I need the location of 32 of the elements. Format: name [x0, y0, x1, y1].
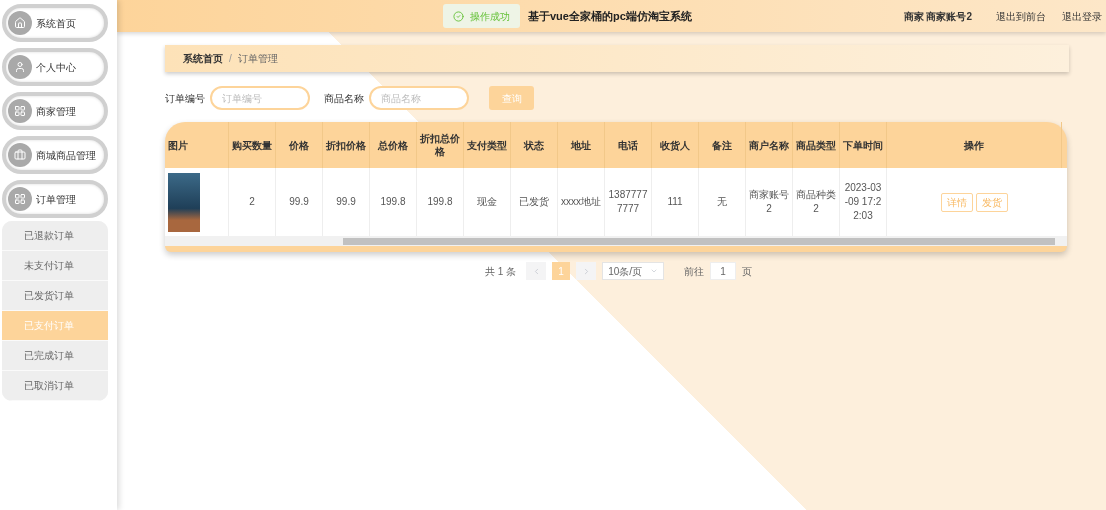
breadcrumb-link[interactable]: 系统首页	[183, 51, 223, 66]
home-icon	[14, 17, 26, 29]
sidebar-item[interactable]: 个人中心	[2, 48, 108, 86]
prev-page-button[interactable]	[526, 262, 547, 280]
grid-icon	[14, 105, 26, 117]
photo-placeholder	[168, 172, 200, 232]
sidebar-item[interactable]: 系统首页	[2, 4, 108, 42]
check-icon	[453, 10, 464, 22]
success-toast: 操作成功	[443, 4, 520, 28]
page-size-select[interactable]: 10条/页	[602, 262, 665, 280]
sidebar-item[interactable]: 商家管理	[2, 92, 108, 130]
app-title: 基于vue全家桶的pc端仿淘宝系统	[528, 8, 692, 24]
field-label: 商品名称	[324, 91, 364, 106]
header-link[interactable]: 退出登录	[1062, 8, 1102, 24]
header-link[interactable]: 退出到前台	[996, 8, 1046, 24]
total-count: 共 1 条	[485, 264, 517, 279]
breadcrumb-current: 订单管理	[237, 52, 278, 66]
breadcrumb-separator: /	[229, 52, 232, 66]
next-page-button[interactable]	[576, 262, 597, 280]
briefcase-icon	[14, 149, 26, 161]
sidebar-item[interactable]: 商城商品管理	[2, 136, 108, 174]
field-label: 订单编号	[165, 91, 205, 106]
user-icon	[14, 61, 26, 73]
page-input[interactable]: 1	[710, 262, 737, 280]
chevron-down-icon	[650, 267, 659, 275]
page-unit: 页	[742, 264, 753, 279]
user-name: 商家 商家账号2	[903, 9, 972, 24]
horizontal-scrollbar[interactable]	[165, 236, 1067, 246]
goto-label: 前往	[684, 264, 705, 279]
grid-icon	[14, 193, 26, 205]
submenu-item[interactable]: 已退款订单	[2, 221, 108, 251]
sidebar-item[interactable]: 订单管理	[2, 180, 108, 218]
